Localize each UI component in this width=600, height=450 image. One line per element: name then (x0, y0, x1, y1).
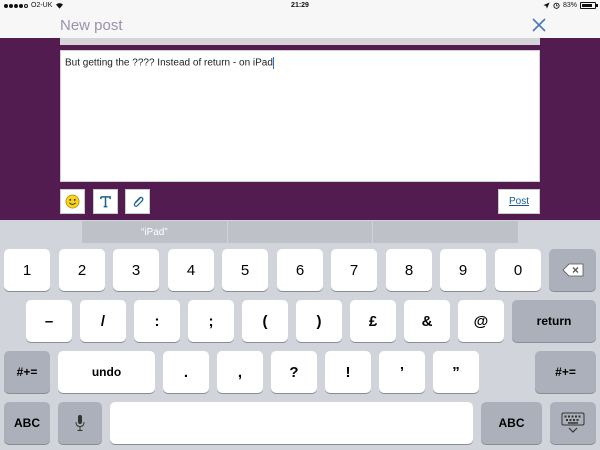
key-period[interactable]: . (163, 351, 209, 393)
key-pound[interactable]: £ (350, 300, 396, 342)
return-key[interactable]: return (512, 300, 596, 342)
key-9[interactable]: 9 (440, 249, 486, 291)
predictive-bar: “iPad” (82, 221, 518, 243)
suggestion-item[interactable] (228, 221, 374, 243)
key-apostrophe[interactable]: ’ (379, 351, 425, 393)
abc-key-left[interactable]: ABC (4, 402, 50, 444)
status-right: 83% (543, 2, 598, 9)
text-format-icon (100, 196, 111, 208)
delete-key[interactable] (549, 249, 596, 291)
dictation-key[interactable] (58, 402, 102, 444)
post-button[interactable]: Post (498, 189, 540, 214)
post-text: But getting the ???? Instead of return -… (65, 57, 273, 69)
key-quote[interactable]: ” (433, 351, 479, 393)
hide-keyboard-key[interactable] (550, 402, 596, 444)
abc-key-right[interactable]: ABC (481, 402, 542, 444)
key-3[interactable]: 3 (113, 249, 159, 291)
text-format-button[interactable] (93, 189, 118, 214)
text-caret (272, 57, 275, 69)
previous-field-strip (60, 38, 540, 45)
key-colon[interactable]: : (134, 300, 180, 342)
paperclip-icon (133, 196, 143, 207)
key-ampersand[interactable]: & (404, 300, 450, 342)
key-exclamation[interactable]: ! (325, 351, 371, 393)
undo-key[interactable]: undo (58, 351, 155, 393)
key-at[interactable]: @ (458, 300, 504, 342)
attach-button[interactable] (125, 189, 150, 214)
key-8[interactable]: 8 (386, 249, 432, 291)
alarm-icon (553, 2, 560, 9)
emoji-button[interactable] (60, 189, 85, 214)
nav-bar: New post (0, 12, 600, 38)
key-slash[interactable]: / (80, 300, 126, 342)
key-close-paren[interactable]: ) (296, 300, 342, 342)
key-5[interactable]: 5 (222, 249, 268, 291)
close-icon[interactable] (530, 16, 548, 34)
battery-icon (580, 2, 598, 9)
location-icon (543, 2, 550, 9)
key-1[interactable]: 1 (4, 249, 50, 291)
suggestion-item[interactable] (373, 221, 518, 243)
page-title: New post (60, 17, 123, 34)
space-key[interactable] (110, 402, 473, 444)
key-question[interactable]: ? (271, 351, 317, 393)
key-0[interactable]: 0 (495, 249, 541, 291)
battery-fill (582, 4, 592, 7)
key-dash[interactable]: – (26, 300, 72, 342)
hide-keyboard-icon (561, 412, 585, 433)
key-2[interactable]: 2 (59, 249, 105, 291)
compose-panel: But getting the ???? Instead of return -… (0, 38, 600, 220)
battery-percent: 83% (562, 2, 577, 9)
key-6[interactable]: 6 (277, 249, 323, 291)
key-open-paren[interactable]: ( (242, 300, 288, 342)
suggestion-item[interactable]: “iPad” (82, 221, 228, 243)
key-4[interactable]: 4 (168, 249, 214, 291)
microphone-icon (75, 415, 85, 431)
backspace-icon (561, 263, 583, 277)
key-comma[interactable]: , (217, 351, 263, 393)
smiley-icon (65, 194, 80, 209)
status-time: 21:29 (291, 2, 309, 9)
key-7[interactable]: 7 (331, 249, 377, 291)
status-bar: O2-UK 21:29 83% (0, 0, 600, 12)
post-text-area[interactable]: But getting the ???? Instead of return -… (60, 50, 540, 182)
more-symbols-key-right[interactable]: #+= (535, 351, 596, 393)
key-semicolon[interactable]: ; (188, 300, 234, 342)
more-symbols-key-left[interactable]: #+= (4, 351, 50, 393)
